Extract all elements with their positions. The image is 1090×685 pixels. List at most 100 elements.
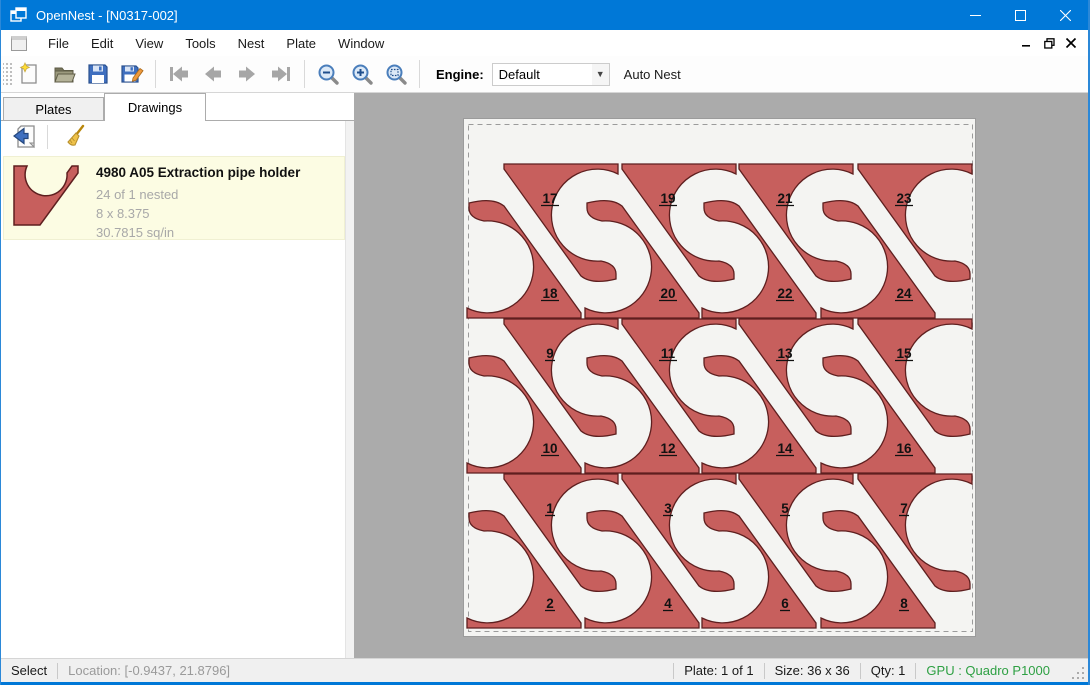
panel-tabs: Plates Drawings [1,93,354,121]
nested-part-5[interactable] [739,474,853,591]
mdi-close-button[interactable] [1060,33,1082,53]
go-next-button[interactable] [232,59,262,89]
nested-part-13[interactable] [739,319,853,436]
part-number-label: 9 [546,346,554,361]
close-button[interactable] [1043,0,1088,30]
import-drawing-button[interactable] [10,122,40,152]
nested-part-17[interactable] [504,164,618,281]
status-bar: Select Location: [-0.9437, 21.8796] Plat… [1,658,1088,682]
open-button[interactable] [49,59,79,89]
resize-grip[interactable] [1050,659,1088,683]
minimize-button[interactable] [953,0,998,30]
nested-part-21[interactable] [739,164,853,281]
menu-edit[interactable]: Edit [80,32,124,55]
nested-part-24[interactable] [821,201,935,318]
status-separator [673,663,674,679]
part-thumbnail [4,157,96,239]
nested-part-6[interactable] [702,511,816,628]
nested-part-8[interactable] [821,511,935,628]
status-separator [915,663,916,679]
main-toolbar: Engine: Default ▼ Auto Nest [1,56,1088,93]
nested-part-20[interactable] [585,201,699,318]
nested-part-14[interactable] [702,356,816,473]
status-location: Location: [-0.9437, 21.8796] [68,663,230,678]
app-icon [10,7,27,24]
menu-view[interactable]: View [124,32,174,55]
status-plate: Plate: 1 of 1 [684,663,753,678]
app-window: OpenNest - [N0317-002] FileEditViewTools… [0,0,1090,685]
nested-part-11[interactable] [622,319,736,436]
menu-nest[interactable]: Nest [227,32,276,55]
nested-part-15[interactable] [858,319,972,436]
part-number-label: 19 [660,191,675,206]
menu-file[interactable]: File [37,32,80,55]
menu-window[interactable]: Window [327,32,395,55]
mdi-document-icon[interactable] [11,36,27,51]
go-previous-button[interactable] [198,59,228,89]
zoom-out-button[interactable] [313,59,343,89]
part-number-label: 16 [896,441,912,456]
status-qty: Qty: 1 [871,663,906,678]
tab-drawings[interactable]: Drawings [104,93,206,121]
mdi-minimize-button[interactable] [1016,33,1038,53]
drawing-list-item[interactable]: 4980 A05 Extraction pipe holder 24 of 1 … [3,156,345,240]
maximize-button[interactable] [998,0,1043,30]
toolbar-separator [304,60,305,88]
part-number-label: 4 [664,596,672,611]
clean-broom-button[interactable] [61,122,91,152]
nested-part-23[interactable] [858,164,972,281]
new-document-button[interactable] [15,59,45,89]
engine-select[interactable]: Default ▼ [492,63,610,86]
nest-canvas[interactable]: 171819202122232491011121314151612345678 [354,93,1088,658]
part-number-label: 1 [546,501,554,516]
nested-part-2[interactable] [467,511,581,628]
save-as-button[interactable] [117,59,147,89]
auto-nest-button[interactable]: Auto Nest [624,67,681,82]
part-number-label: 24 [896,286,912,301]
tab-plates[interactable]: Plates [3,97,104,121]
menu-plate[interactable]: Plate [275,32,327,55]
nested-part-9[interactable] [504,319,618,436]
title-bar: OpenNest - [N0317-002] [1,0,1088,30]
nested-part-18[interactable] [467,201,581,318]
part-number-label: 20 [660,286,675,301]
part-number-label: 2 [546,596,554,611]
plate-sheet[interactable]: 171819202122232491011121314151612345678 [463,118,976,637]
nested-part-7[interactable] [858,474,972,591]
part-number-label: 15 [896,346,912,361]
drawing-nested-count: 24 of 1 nested [96,185,344,204]
save-button[interactable] [83,59,113,89]
go-first-button[interactable] [164,59,194,89]
panel-scrollbar[interactable] [345,121,354,658]
toolbar-separator [155,60,156,88]
part-number-label: 21 [777,191,793,206]
toolbar-separator [419,60,420,88]
status-separator [57,663,58,679]
nested-part-1[interactable] [504,474,618,591]
nested-part-4[interactable] [585,511,699,628]
nested-part-3[interactable] [622,474,736,591]
zoom-in-button[interactable] [347,59,377,89]
nested-part-22[interactable] [702,201,816,318]
part-number-label: 12 [660,441,675,456]
part-number-label: 13 [777,346,793,361]
menu-bar: FileEditViewToolsNestPlateWindow [1,30,1088,56]
part-number-label: 7 [900,501,908,516]
toolbar-grip[interactable] [3,61,13,87]
menu-tools[interactable]: Tools [174,32,226,55]
nested-part-19[interactable] [622,164,736,281]
drawing-title: 4980 A05 Extraction pipe holder [96,165,344,180]
nested-part-16[interactable] [821,356,935,473]
drawing-size: 8 x 8.375 [96,204,344,223]
go-last-button[interactable] [266,59,296,89]
nested-part-12[interactable] [585,356,699,473]
zoom-fit-button[interactable] [381,59,411,89]
part-number-label: 17 [542,191,557,206]
status-size: Size: 36 x 36 [775,663,850,678]
mdi-restore-button[interactable] [1038,33,1060,53]
nested-part-10[interactable] [467,356,581,473]
part-number-label: 22 [777,286,792,301]
engine-label: Engine: [436,67,484,82]
window-title: OpenNest - [N0317-002] [36,8,178,23]
chevron-down-icon[interactable]: ▼ [592,64,609,85]
